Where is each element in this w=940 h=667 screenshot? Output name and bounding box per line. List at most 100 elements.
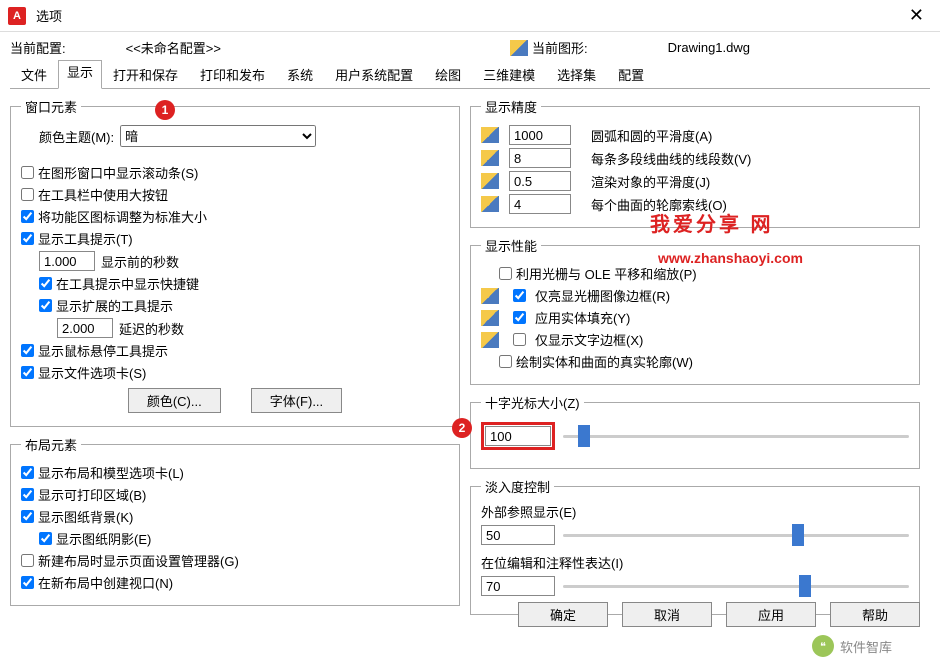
large-buttons-label: 在工具栏中使用大按钮 xyxy=(38,185,168,204)
text-frame-label: 仅显示文字边框(X) xyxy=(535,330,643,349)
help-button[interactable]: 帮助 xyxy=(830,602,920,627)
slider-thumb[interactable] xyxy=(792,524,804,546)
layout-tabs-check[interactable] xyxy=(21,466,34,479)
solid-fill-check[interactable] xyxy=(513,311,526,324)
tab-files[interactable]: 文件 xyxy=(10,60,58,89)
display-performance-legend: 显示性能 xyxy=(481,236,541,255)
resize-ribbon-check[interactable] xyxy=(21,210,34,223)
seg-input[interactable] xyxy=(509,148,571,168)
solid-fill-label: 应用实体填充(Y) xyxy=(535,308,630,327)
pan-zoom-check[interactable] xyxy=(499,267,512,280)
filetabs-label: 显示文件选项卡(S) xyxy=(38,363,146,382)
filetabs-check[interactable] xyxy=(21,366,34,379)
xref-fade-label: 外部参照显示(E) xyxy=(481,502,909,521)
layout-elements-legend: 布局元素 xyxy=(21,435,81,454)
inplace-fade-label: 在位编辑和注释性表达(I) xyxy=(481,553,909,572)
tooltip-ext-delay-input[interactable] xyxy=(57,318,113,338)
acad-icon xyxy=(481,150,499,166)
tooltip-ext-check[interactable] xyxy=(39,299,52,312)
tooltip-shortcut-check[interactable] xyxy=(39,277,52,290)
inplace-fade-slider[interactable] xyxy=(563,585,909,588)
acad-icon xyxy=(481,173,499,189)
drawing-icon xyxy=(510,40,528,56)
window-title: 选项 xyxy=(36,6,901,25)
display-performance-group: 显示性能 利用光栅与 OLE 平移和缩放(P) 仅亮显光栅图像边框(R) 应用实… xyxy=(470,236,920,385)
tooltip-ext-label: 显示扩展的工具提示 xyxy=(56,296,173,315)
page-setup-check[interactable] xyxy=(21,554,34,567)
crosshair-group: 十字光标大小(Z) xyxy=(470,393,920,469)
printable-label: 显示可打印区域(B) xyxy=(38,485,146,504)
tooltip-shortcut-label: 在工具提示中显示快捷键 xyxy=(56,274,199,293)
xref-fade-slider[interactable] xyxy=(563,534,909,537)
color-theme-label: 颜色主题(M): xyxy=(39,127,114,146)
tooltip-ext-delay-label: 延迟的秒数 xyxy=(119,319,184,338)
tab-plot[interactable]: 打印和发布 xyxy=(189,60,276,89)
close-button[interactable]: ✕ xyxy=(901,5,932,26)
fonts-button[interactable]: 字体(F)... xyxy=(251,388,342,413)
cancel-button[interactable]: 取消 xyxy=(622,602,712,627)
tooltips-label: 显示工具提示(T) xyxy=(38,229,133,248)
viewport-check[interactable] xyxy=(21,576,34,589)
surf-input[interactable] xyxy=(509,194,571,214)
tab-selection[interactable]: 选择集 xyxy=(546,60,607,89)
tab-system[interactable]: 系统 xyxy=(276,60,324,89)
tab-profiles[interactable]: 配置 xyxy=(607,60,655,89)
arc-smooth-label: 圆弧和圆的平滑度(A) xyxy=(591,126,712,145)
apply-button[interactable]: 应用 xyxy=(726,602,816,627)
tab-bar: 文件 显示 打开和保存 打印和发布 系统 用户系统配置 绘图 三维建模 选择集 … xyxy=(10,59,930,89)
pan-zoom-label: 利用光栅与 OLE 平移和缩放(P) xyxy=(516,264,697,283)
colors-button[interactable]: 颜色(C)... xyxy=(128,388,221,413)
layout-tabs-label: 显示布局和模型选项卡(L) xyxy=(38,463,184,482)
tab-user-prefs[interactable]: 用户系统配置 xyxy=(324,60,424,89)
paper-bg-label: 显示图纸背景(K) xyxy=(38,507,133,526)
drawing-value: Drawing1.dwg xyxy=(668,40,750,55)
wechat-icon: ❝ xyxy=(812,635,834,657)
rollover-label: 显示鼠标悬停工具提示 xyxy=(38,341,168,360)
ok-button[interactable]: 确定 xyxy=(518,602,608,627)
tab-open-save[interactable]: 打开和保存 xyxy=(102,60,189,89)
tooltips-check[interactable] xyxy=(21,232,34,245)
rollover-check[interactable] xyxy=(21,344,34,357)
fade-control-legend: 淡入度控制 xyxy=(481,477,554,496)
tooltip-delay-input[interactable] xyxy=(39,251,95,271)
highlight-check[interactable] xyxy=(513,289,526,302)
render-smooth-input[interactable] xyxy=(509,171,571,191)
tab-drafting[interactable]: 绘图 xyxy=(424,60,472,89)
acad-icon xyxy=(481,288,499,304)
paper-bg-check[interactable] xyxy=(21,510,34,523)
watermark-bottom: ❝ 软件智库 xyxy=(812,635,892,657)
slider-thumb[interactable] xyxy=(578,425,590,447)
seg-label: 每条多段线曲线的线段数(V) xyxy=(591,149,751,168)
scrollbars-check[interactable] xyxy=(21,166,34,179)
badge-1: 1 xyxy=(155,100,175,120)
drawing-label: 当前图形: xyxy=(532,38,588,57)
surf-label: 每个曲面的轮廓索线(O) xyxy=(591,195,727,214)
color-theme-select[interactable]: 暗 xyxy=(120,125,316,147)
xref-fade-input[interactable] xyxy=(481,525,555,545)
page-setup-label: 新建布局时显示页面设置管理器(G) xyxy=(38,551,239,570)
inplace-fade-input[interactable] xyxy=(481,576,555,596)
display-resolution-group: 显示精度 圆弧和圆的平滑度(A) 每条多段线曲线的线段数(V) 渲染对象的平滑度… xyxy=(470,97,920,228)
paper-shadow-check[interactable] xyxy=(39,532,52,545)
acad-icon xyxy=(481,332,499,348)
acad-icon xyxy=(481,127,499,143)
viewport-label: 在新布局中创建视口(N) xyxy=(38,573,173,592)
large-buttons-check[interactable] xyxy=(21,188,34,201)
tab-display[interactable]: 显示 xyxy=(58,60,102,89)
acad-icon xyxy=(481,310,499,326)
window-elements-legend: 窗口元素 xyxy=(21,97,81,116)
badge-2: 2 xyxy=(452,418,472,438)
highlight-label: 仅亮显光栅图像边框(R) xyxy=(535,286,670,305)
acad-icon xyxy=(481,196,499,212)
paper-shadow-label: 显示图纸阴影(E) xyxy=(56,529,151,548)
text-frame-check[interactable] xyxy=(513,333,526,346)
arc-smooth-input[interactable] xyxy=(509,125,571,145)
slider-thumb[interactable] xyxy=(799,575,811,597)
crosshair-slider[interactable] xyxy=(563,435,909,438)
silhouette-check[interactable] xyxy=(499,355,512,368)
profile-label: 当前配置: xyxy=(10,38,66,57)
tab-3d[interactable]: 三维建模 xyxy=(472,60,546,89)
silhouette-label: 绘制实体和曲面的真实轮廓(W) xyxy=(516,352,693,371)
crosshair-input[interactable] xyxy=(485,426,551,446)
printable-check[interactable] xyxy=(21,488,34,501)
